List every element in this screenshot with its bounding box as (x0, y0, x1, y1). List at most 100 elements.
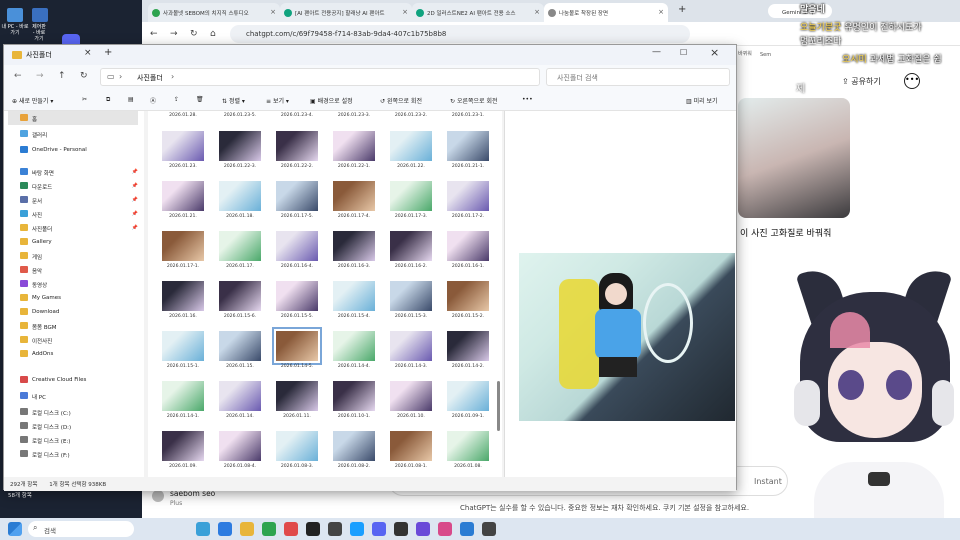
copy-icon[interactable]: ⧉ (106, 96, 110, 104)
image-thumbnail[interactable] (447, 331, 489, 361)
image-thumbnail[interactable] (276, 381, 318, 411)
sidebar-item[interactable]: 동영상 (8, 277, 138, 291)
refresh-icon[interactable]: ↻ (80, 71, 88, 81)
image-thumbnail[interactable] (276, 281, 318, 311)
image-thumbnail[interactable] (447, 431, 489, 461)
image-thumbnail[interactable] (219, 431, 261, 461)
image-thumbnail[interactable] (276, 231, 318, 261)
up-icon[interactable]: ↑ (58, 71, 66, 81)
sidebar-item[interactable]: 갤러리 (8, 127, 138, 141)
sidebar-item[interactable]: My Games (8, 291, 138, 305)
image-thumbnail[interactable] (219, 281, 261, 311)
image-thumbnail[interactable] (219, 181, 261, 211)
image-thumbnail[interactable] (447, 181, 489, 211)
image-thumbnail[interactable] (219, 381, 261, 411)
sidebar-item[interactable]: 바탕 화면 📌 (8, 165, 138, 179)
tab-4-active[interactable]: 나눔볼로 착장된 장면 × (544, 3, 668, 22)
view-button[interactable]: ≡ 보기 ▾ (266, 96, 289, 105)
image-thumbnail[interactable] (390, 181, 432, 211)
address-bar[interactable]: chatgpt.com/c/69f79458-f714-83ab-9da4-40… (230, 25, 690, 43)
steam-icon[interactable] (350, 522, 364, 536)
image-thumbnail[interactable] (333, 231, 375, 261)
delete-icon[interactable]: 🗑 (196, 96, 204, 103)
paste-icon[interactable]: ▤ (128, 96, 134, 103)
sidebar-item[interactable]: Gallery (8, 235, 138, 249)
search-box[interactable]: 사진폴더 검색 (546, 68, 730, 86)
chrome-icon[interactable] (284, 522, 298, 536)
sidebar-item[interactable]: Download (8, 305, 138, 319)
tab-2[interactable]: [AI 팬아트 전용공지] 할래냥 AI 팬아트 × (280, 3, 412, 22)
image-thumbnail[interactable] (162, 181, 204, 211)
image-thumbnail[interactable] (390, 381, 432, 411)
sidebar-item[interactable]: 로컬 디스크 (E:) (8, 433, 138, 447)
rotate-left-button[interactable]: ↺ 왼쪽으로 회전 (380, 96, 422, 105)
image-thumbnail[interactable] (390, 431, 432, 461)
preview-button[interactable]: ▥ 미리 보기 (686, 96, 718, 105)
app-icon-7[interactable] (416, 522, 430, 536)
sidebar-item[interactable]: 봄봄 BGM (8, 319, 138, 333)
image-thumbnail[interactable] (162, 381, 204, 411)
sidebar-item[interactable]: 이전사진 (8, 333, 138, 347)
image-thumbnail[interactable] (219, 131, 261, 161)
sidebar-item[interactable]: AddOns (8, 347, 138, 361)
discord-icon[interactable] (372, 522, 386, 536)
image-thumbnail[interactable] (162, 331, 204, 361)
app-icon-2[interactable] (218, 522, 232, 536)
file-explorer-icon[interactable] (240, 522, 254, 536)
app-icon-3[interactable] (262, 522, 276, 536)
image-thumbnail[interactable] (390, 281, 432, 311)
desktop-icon-control-panel[interactable]: 제어판 - 바로 가기 (32, 8, 48, 42)
back-icon[interactable]: ← (14, 71, 22, 81)
new-tab-button[interactable]: + (678, 4, 686, 15)
image-thumbnail[interactable] (447, 381, 489, 411)
app-icon-6[interactable] (394, 522, 408, 536)
set-background-button[interactable]: ▣ 배경으로 설정 (310, 96, 353, 105)
image-thumbnail[interactable] (447, 231, 489, 261)
sidebar-item[interactable]: 내 PC (8, 389, 138, 403)
image-thumbnail[interactable] (390, 131, 432, 161)
close-icon[interactable]: × (270, 8, 276, 16)
image-thumbnail[interactable] (276, 131, 318, 161)
image-thumbnail[interactable] (447, 131, 489, 161)
sort-button[interactable]: ⇅ 정렬 ▾ (222, 96, 245, 105)
app-icon-8[interactable] (438, 522, 452, 536)
image-thumbnail[interactable] (272, 327, 322, 365)
close-icon[interactable]: × (402, 8, 408, 16)
tab-1[interactable]: 사과볼넷 SEBOM의 치지직 스튜디오 × (148, 3, 280, 22)
minimize-icon[interactable]: — (652, 47, 661, 57)
new-button[interactable]: ⊕ 새로 만들기 ▾ (12, 96, 53, 105)
sidebar-item[interactable]: 게임 (8, 249, 138, 263)
sidebar-item[interactable]: 홈 (8, 111, 138, 125)
app-icon-10[interactable] (482, 522, 496, 536)
sidebar-item[interactable]: OneDrive - Personal (8, 143, 138, 157)
sidebar-item[interactable]: 로컬 디스크 (C:) (8, 405, 138, 419)
app-icon-5[interactable] (328, 522, 342, 536)
image-thumbnail[interactable] (162, 131, 204, 161)
sidebar-item[interactable]: 로컬 디스크 (D:) (8, 419, 138, 433)
sidebar-item[interactable]: 사진폴더 📌 (8, 221, 138, 235)
image-thumbnail[interactable] (390, 231, 432, 261)
scrollbar-thumb[interactable] (497, 381, 500, 431)
sidebar-item[interactable]: 로컬 디스크 (F:) (8, 447, 138, 461)
close-tab-icon[interactable]: × (84, 48, 92, 58)
back-icon[interactable]: ← (150, 29, 158, 39)
image-thumbnail[interactable] (276, 431, 318, 461)
image-thumbnail[interactable] (219, 231, 261, 261)
image-thumbnail[interactable] (333, 281, 375, 311)
share-icon[interactable]: ⇪ (174, 96, 179, 103)
image-thumbnail[interactable] (333, 431, 375, 461)
app-icon-1[interactable] (196, 522, 210, 536)
close-icon[interactable]: × (658, 8, 664, 16)
forward-icon[interactable]: → (36, 71, 44, 81)
sidebar-item[interactable]: 다운로드 📌 (8, 179, 138, 193)
avatar[interactable] (152, 490, 164, 502)
image-thumbnail[interactable] (162, 431, 204, 461)
image-thumbnail[interactable] (333, 131, 375, 161)
more-button[interactable]: ••• (522, 96, 533, 103)
tab-3[interactable]: 2D 일러스트NE2 AI 팬아트 전용 소스 × (412, 3, 544, 22)
app-icon-4[interactable] (306, 522, 320, 536)
close-icon[interactable]: × (534, 8, 540, 16)
app-icon-9[interactable] (460, 522, 474, 536)
image-thumbnail[interactable] (162, 231, 204, 261)
cut-icon[interactable]: ✂ (82, 96, 87, 103)
